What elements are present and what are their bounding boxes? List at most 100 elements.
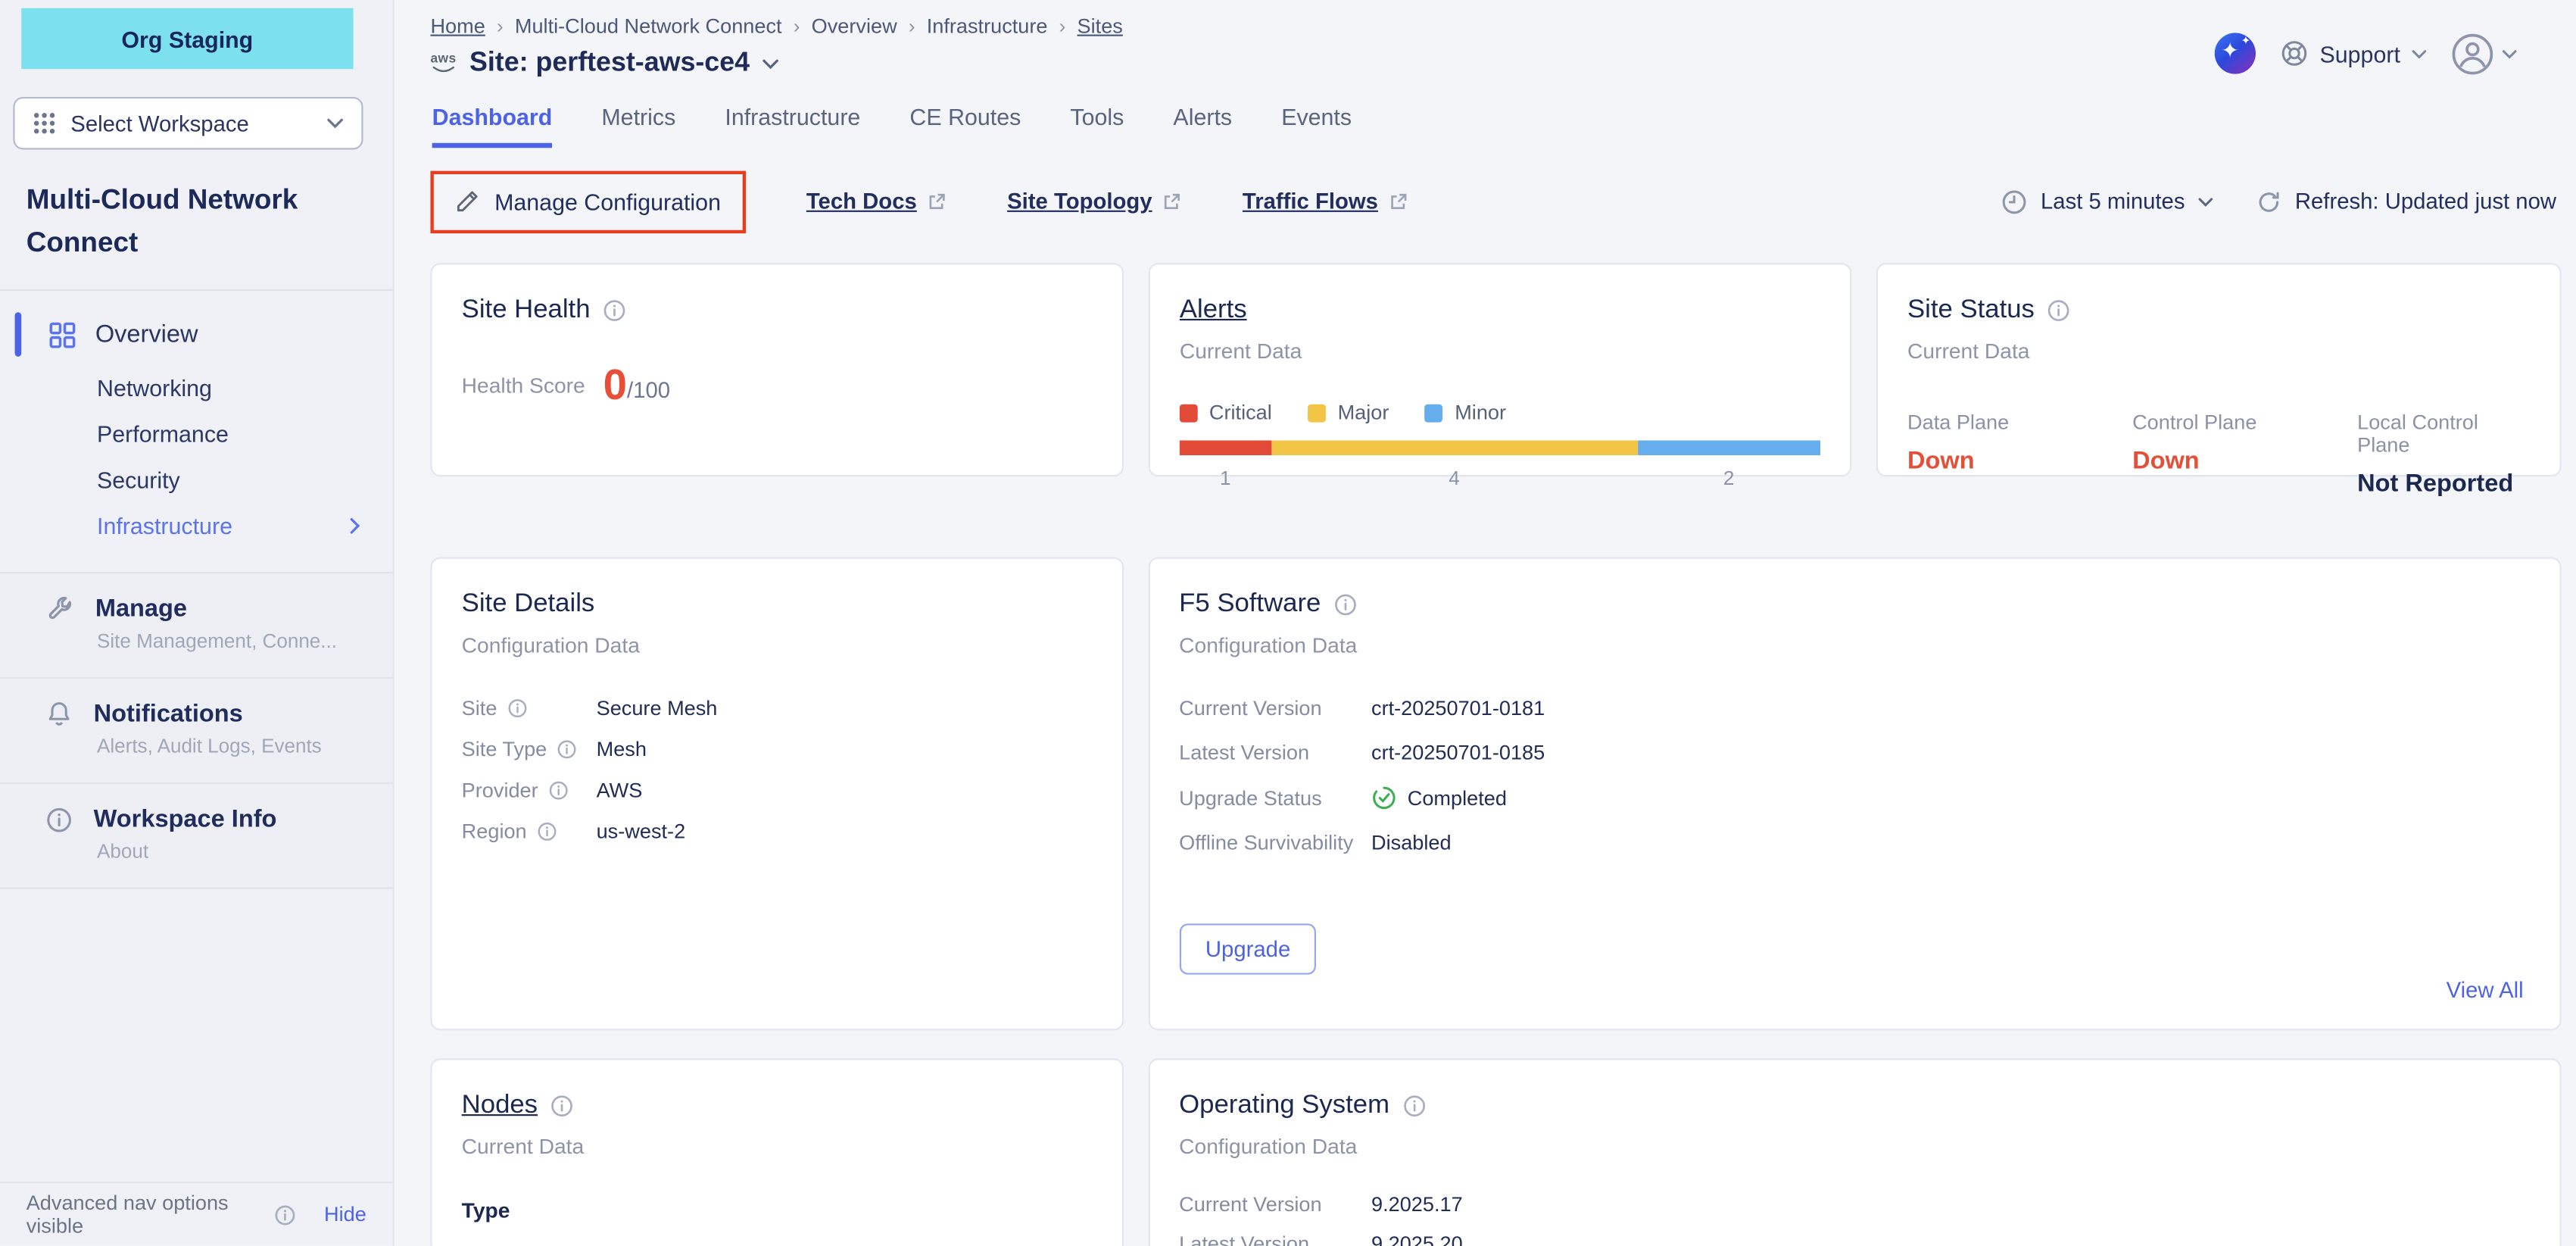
bar-segment-critical[interactable] — [1180, 440, 1271, 455]
detail-row-site-type: Site Type Mesh — [462, 738, 1092, 760]
bar-segment-count: 1 — [1180, 467, 1271, 489]
chevron-down-icon — [2412, 48, 2427, 58]
org-banner-label: Org Staging — [121, 26, 253, 52]
sidebar-footer: Advanced nav options visible Hide — [0, 1182, 393, 1246]
os-current-version-row: Current Version 9.2025.17 — [1179, 1193, 2530, 1216]
f5-software-card: F5 Software Configuration Data Current V… — [1148, 557, 2562, 1031]
sidebar-item-notifications[interactable]: Notifications Alerts, Audit Logs, Events — [0, 677, 393, 782]
external-link-icon — [1162, 192, 1182, 211]
check-circle-icon — [1371, 785, 1396, 810]
status-value: Down — [2132, 447, 2357, 475]
alerts-legend: Critical Major Minor — [1180, 401, 1820, 423]
health-score-label: Health Score — [462, 372, 585, 397]
manage-configuration-button[interactable]: Manage Configuration — [430, 170, 745, 233]
sidebar-item-sublabel: Alerts, Audit Logs, Events — [97, 735, 366, 757]
traffic-flows-link[interactable]: Traffic Flows — [1243, 189, 1408, 214]
bell-icon — [46, 700, 73, 728]
info-circle-icon — [46, 806, 73, 832]
sidebar-item-workspace-info[interactable]: Workspace Info About — [0, 782, 393, 889]
legend-item[interactable]: Critical — [1180, 401, 1272, 423]
sidebar-item-sublabel: Site Management, Conne... — [97, 629, 366, 652]
refresh-icon — [2256, 188, 2282, 214]
health-score-max: /100 — [627, 377, 670, 402]
info-circle-icon[interactable] — [507, 698, 526, 718]
support-label: Support — [2320, 40, 2400, 67]
tab-bar: Dashboard Metrics Infrastructure CE Rout… — [430, 104, 2556, 148]
card-title: F5 Software — [1179, 590, 1321, 620]
aws-provider-icon: aws — [430, 52, 456, 73]
bar-segment-major[interactable] — [1271, 440, 1638, 455]
info-circle-icon[interactable] — [550, 1095, 573, 1117]
tab-infrastructure[interactable]: Infrastructure — [725, 104, 860, 148]
tech-docs-link[interactable]: Tech Docs — [806, 189, 947, 214]
user-avatar-icon — [2451, 32, 2493, 74]
org-banner[interactable]: Org Staging — [21, 8, 353, 69]
sidebar-item-sublabel: About — [97, 840, 366, 863]
info-circle-icon[interactable] — [1402, 1095, 1425, 1117]
sidebar-item-label: Workspace Info — [94, 805, 277, 833]
alerts-card: Alerts Current Data CriticalMajorMinor 1… — [1149, 263, 1852, 476]
card-subtitle: Configuration Data — [462, 632, 1092, 657]
status-value: Not Reported — [2357, 470, 2530, 498]
breadcrumb-item[interactable]: Infrastructure — [927, 15, 1048, 38]
ai-assistant-button[interactable]: ✦ ✦ — [2215, 33, 2256, 73]
advanced-nav-label: Advanced nav options visible — [27, 1191, 264, 1238]
os-latest-version-row: Latest Version 9.2025.20 — [1179, 1232, 2530, 1246]
nodes-type-header: Type — [462, 1198, 1092, 1223]
workspace-selector[interactable]: Select Workspace — [13, 97, 363, 149]
breadcrumb-item[interactable]: Multi-Cloud Network Connect — [515, 15, 782, 38]
info-circle-icon[interactable] — [548, 781, 568, 801]
info-circle-icon[interactable] — [1334, 593, 1357, 616]
bar-segment-count: 4 — [1271, 467, 1638, 489]
legend-item[interactable]: Minor — [1425, 401, 1506, 423]
breadcrumb-item[interactable]: Overview — [812, 15, 897, 38]
sidebar-item-security[interactable]: Security — [0, 457, 393, 503]
tab-alerts[interactable]: Alerts — [1173, 104, 1232, 148]
legend-item[interactable]: Major — [1308, 401, 1389, 423]
tab-events[interactable]: Events — [1281, 104, 1352, 148]
info-circle-icon[interactable] — [603, 299, 626, 322]
view-all-link[interactable]: View All — [2447, 978, 2524, 1003]
breadcrumb-separator: › — [497, 15, 504, 38]
info-circle-icon[interactable] — [537, 822, 557, 842]
control-plane-status: Control Plane Down — [2132, 411, 2357, 498]
upgrade-button[interactable]: Upgrade — [1179, 923, 1317, 974]
info-circle-icon[interactable] — [557, 739, 576, 759]
alerts-card-title-link[interactable]: Alerts — [1180, 296, 1247, 326]
grid-dots-icon — [33, 112, 55, 135]
detail-row-site: Site Secure Mesh — [462, 697, 1092, 720]
sidebar-item-infrastructure[interactable]: Infrastructure — [0, 503, 393, 549]
time-range-selector[interactable]: Last 5 minutes — [2001, 188, 2213, 214]
tab-dashboard[interactable]: Dashboard — [432, 104, 553, 148]
workspace-selector-label: Select Workspace — [70, 111, 249, 136]
breadcrumb-sites[interactable]: Sites — [1077, 15, 1123, 38]
card-title: Site Health — [462, 296, 591, 326]
site-topology-link[interactable]: Site Topology — [1007, 189, 1182, 214]
support-menu[interactable]: Support — [2280, 39, 2426, 67]
account-menu[interactable] — [2451, 32, 2517, 74]
tab-metrics[interactable]: Metrics — [601, 104, 675, 148]
chevron-down-icon[interactable] — [763, 58, 779, 68]
nodes-card-title-link[interactable]: Nodes — [462, 1091, 538, 1121]
f5-current-version-row: Current Version crt-20250701-0181 — [1179, 697, 2530, 720]
chevron-right-icon — [350, 517, 360, 534]
f5-upgrade-status-row: Upgrade Status Completed — [1179, 785, 2530, 810]
sidebar-item-overview[interactable]: Overview — [0, 314, 393, 354]
status-value: Down — [1907, 447, 2132, 475]
sidebar-item-networking[interactable]: Networking — [0, 365, 393, 411]
overview-grid-icon — [49, 321, 76, 348]
card-subtitle: Configuration Data — [1179, 632, 2530, 657]
refresh-button[interactable]: Refresh: Updated just now — [2256, 188, 2556, 214]
sidebar-item-manage[interactable]: Manage Site Management, Conne... — [0, 572, 393, 677]
info-circle-icon[interactable] — [2047, 299, 2070, 322]
breadcrumb-home[interactable]: Home — [430, 15, 485, 38]
bar-segment-minor[interactable] — [1637, 440, 1820, 455]
tab-ce-routes[interactable]: CE Routes — [909, 104, 1021, 148]
tab-tools[interactable]: Tools — [1070, 104, 1124, 148]
info-circle-icon[interactable] — [275, 1204, 296, 1225]
pencil-icon — [455, 189, 480, 214]
hide-nav-button[interactable]: Hide — [324, 1203, 366, 1226]
f5-offline-survivability-row: Offline Survivability Disabled — [1179, 832, 2530, 854]
lifebuoy-icon — [2280, 39, 2308, 67]
sidebar-item-performance[interactable]: Performance — [0, 411, 393, 457]
